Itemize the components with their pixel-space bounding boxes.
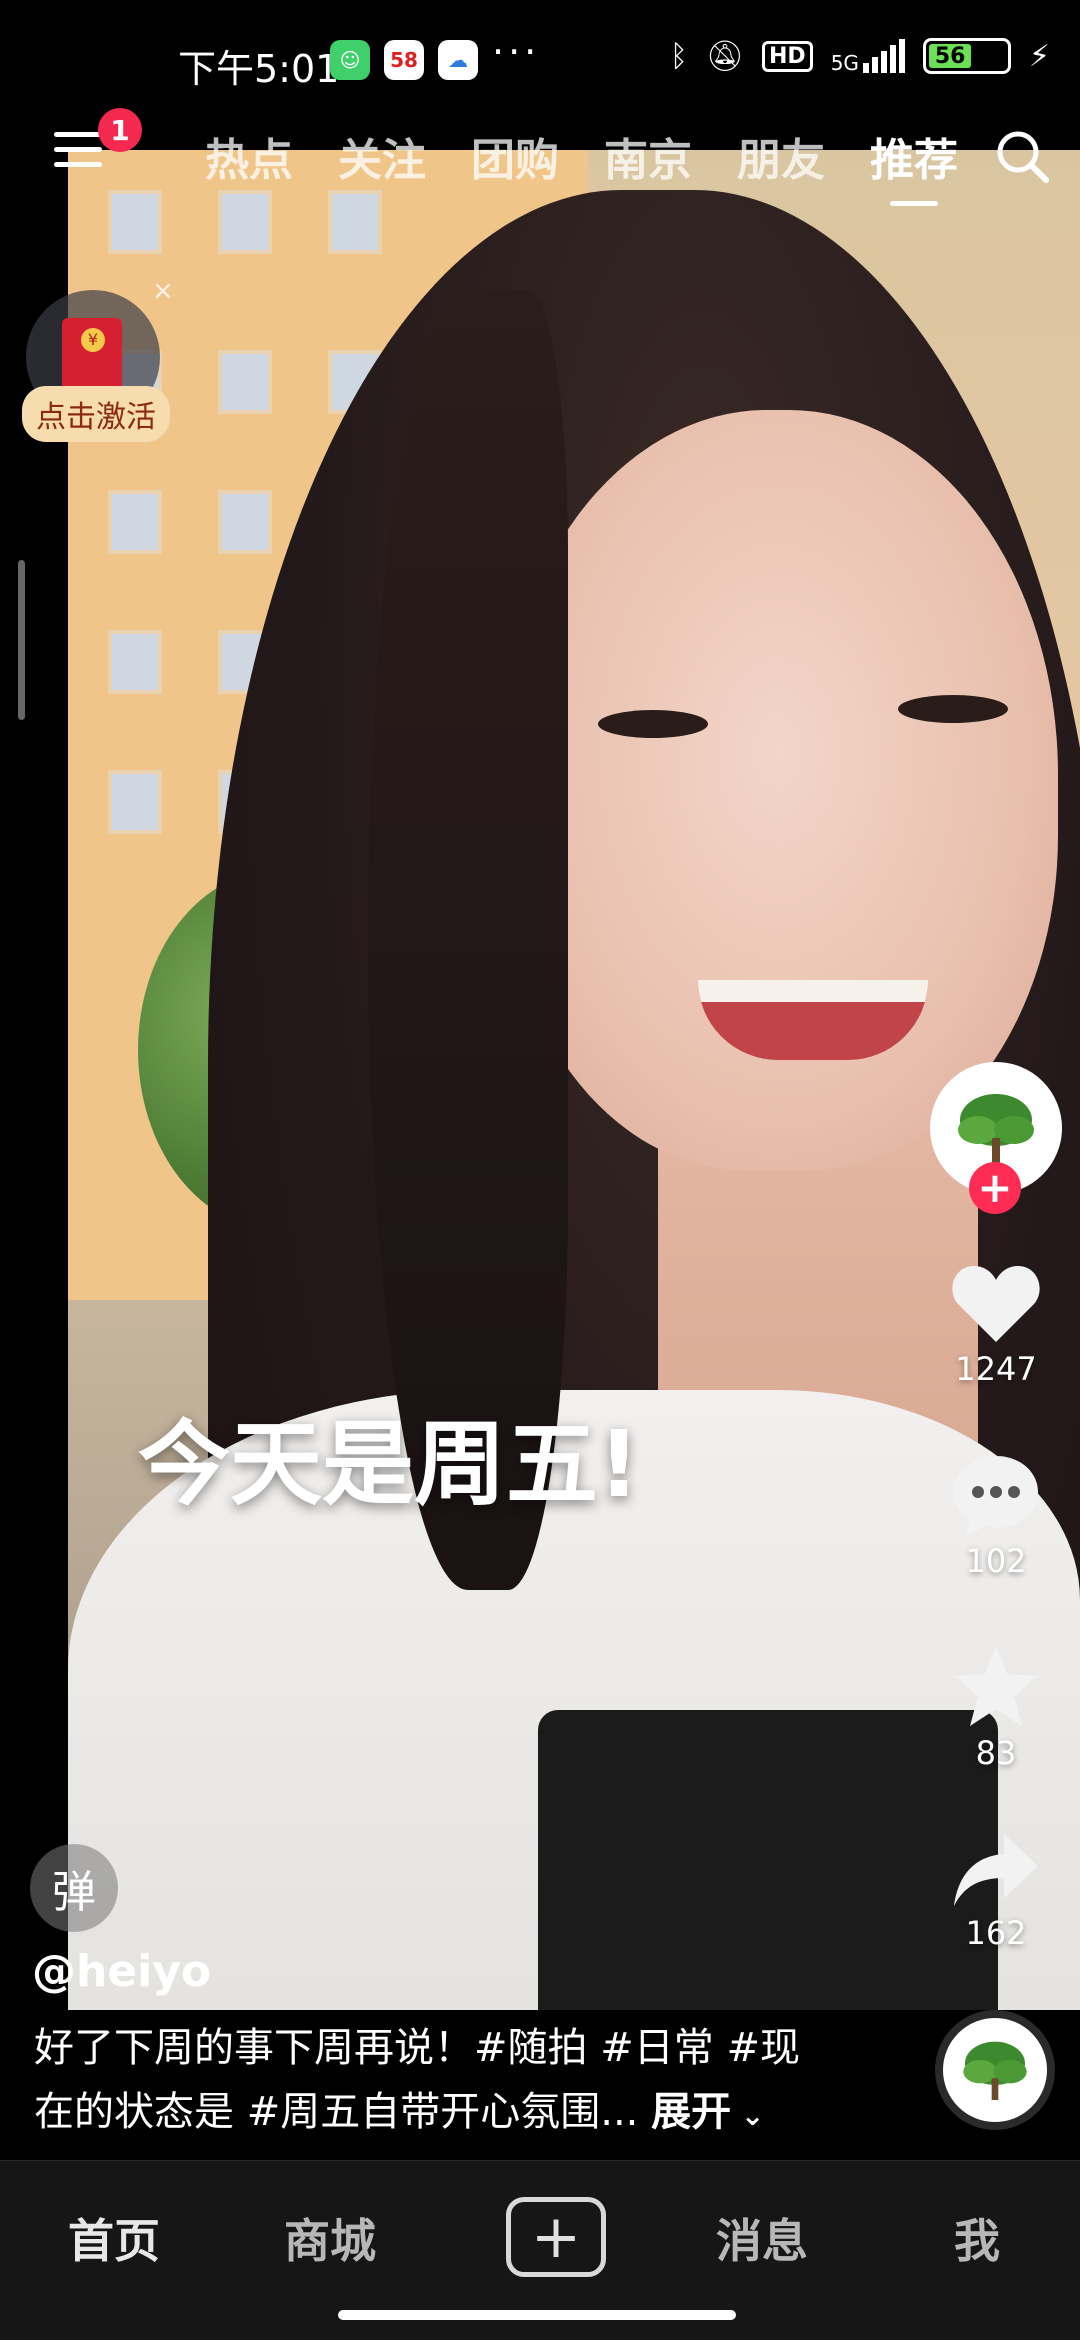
nav-home[interactable]: 首页 — [68, 2205, 160, 2271]
red-packet-close-icon[interactable]: × — [152, 276, 174, 306]
nav-me[interactable]: 我 — [954, 2205, 1000, 2271]
home-indicator — [338, 2310, 736, 2320]
red-envelope-icon — [62, 318, 122, 392]
follow-plus-button[interactable]: + — [969, 1162, 1021, 1214]
danmu-toggle-button[interactable]: 弹 — [30, 1844, 118, 1932]
58-icon: 58 — [384, 40, 424, 80]
cloud-icon: ☁ — [438, 40, 478, 80]
star-icon — [954, 1646, 1038, 1726]
status-bar: 下午5:01 ☺ 58 ☁ ··· ᛒ 🔕︎ HD 5G 56 ⚡ — [0, 0, 1080, 120]
notification-badge: 1 — [98, 108, 142, 152]
expand-label: 展开 — [651, 2089, 732, 2135]
tab-group-buy[interactable]: 团购 — [471, 124, 559, 188]
search-icon[interactable] — [994, 128, 1050, 184]
comment-count: 102 — [965, 1542, 1027, 1580]
mute-bell-icon: 🔕︎ — [705, 38, 744, 74]
system-icons: ᛒ 🔕︎ HD 5G 56 ⚡ — [670, 38, 1050, 74]
network-type: 5G — [830, 51, 859, 75]
status-overflow: ··· — [492, 30, 541, 74]
comment-icon — [954, 1456, 1038, 1536]
heart-icon — [952, 1266, 1040, 1342]
tab-nanjing[interactable]: 南京 — [604, 124, 692, 188]
side-scroll-indicator — [18, 560, 25, 720]
share-arrow-icon — [954, 1834, 1038, 1906]
top-tabs: 热点 关注 团购 南京 朋友 推荐 — [205, 124, 958, 206]
favorite-count: 83 — [975, 1734, 1017, 1772]
comment-button[interactable]: 102 — [930, 1452, 1062, 1580]
description-line-1: 好了下周的事下周再说！#随拍 #日常 #现 — [34, 2025, 800, 2071]
status-app-icons: ☺ 58 ☁ — [330, 40, 478, 80]
nav-messages[interactable]: 消息 — [716, 2205, 808, 2271]
author-name[interactable]: @heiyo — [32, 1946, 211, 1997]
person-top — [538, 1710, 998, 2010]
battery-icon: 56 — [922, 38, 1011, 74]
favorite-button[interactable]: 83 — [930, 1642, 1062, 1772]
tab-hot[interactable]: 热点 — [205, 124, 293, 188]
post-description[interactable]: 好了下周的事下周再说！#随拍 #日常 #现 在的状态是 #周五自带开心氛围...… — [34, 2016, 824, 2148]
video-overlay-text: 今天是周五! — [138, 1411, 640, 1518]
tab-friends[interactable]: 朋友 — [737, 124, 825, 188]
chevron-down-icon: ⌄ — [731, 2099, 765, 2132]
status-time: 下午5:01 — [178, 47, 340, 91]
description-line-2: 在的状态是 #周五自带开心氛围... — [34, 2089, 639, 2135]
battery-level: 56 — [928, 44, 972, 69]
red-packet-activate-label[interactable]: 点击激活 — [22, 386, 170, 442]
wechat-style-icon: ☺ — [330, 40, 370, 80]
leaf-music-icon — [963, 2041, 1027, 2100]
charging-icon: ⚡ — [1028, 38, 1050, 74]
menu-icon[interactable] — [54, 132, 102, 172]
music-disc[interactable] — [935, 2010, 1055, 2130]
share-count: 162 — [965, 1914, 1027, 1952]
share-button[interactable]: 162 — [930, 1830, 1062, 1952]
cellular-signal-icon: 5G — [831, 39, 905, 73]
nav-mall[interactable]: 商城 — [284, 2205, 376, 2271]
like-count: 1247 — [955, 1350, 1037, 1388]
like-button[interactable]: 1247 — [930, 1262, 1062, 1388]
create-post-button[interactable]: + — [506, 2197, 606, 2277]
video-player[interactable] — [68, 150, 1080, 2010]
person-eye-right — [898, 695, 1008, 723]
bluetooth-icon: ᛒ — [669, 38, 688, 74]
hd-badge: HD — [762, 40, 813, 72]
expand-link[interactable]: 展开 ⌄ — [651, 2089, 764, 2135]
tab-recommended[interactable]: 推荐 — [870, 124, 958, 206]
person-eye-left — [598, 710, 708, 738]
tab-following[interactable]: 关注 — [338, 124, 426, 188]
